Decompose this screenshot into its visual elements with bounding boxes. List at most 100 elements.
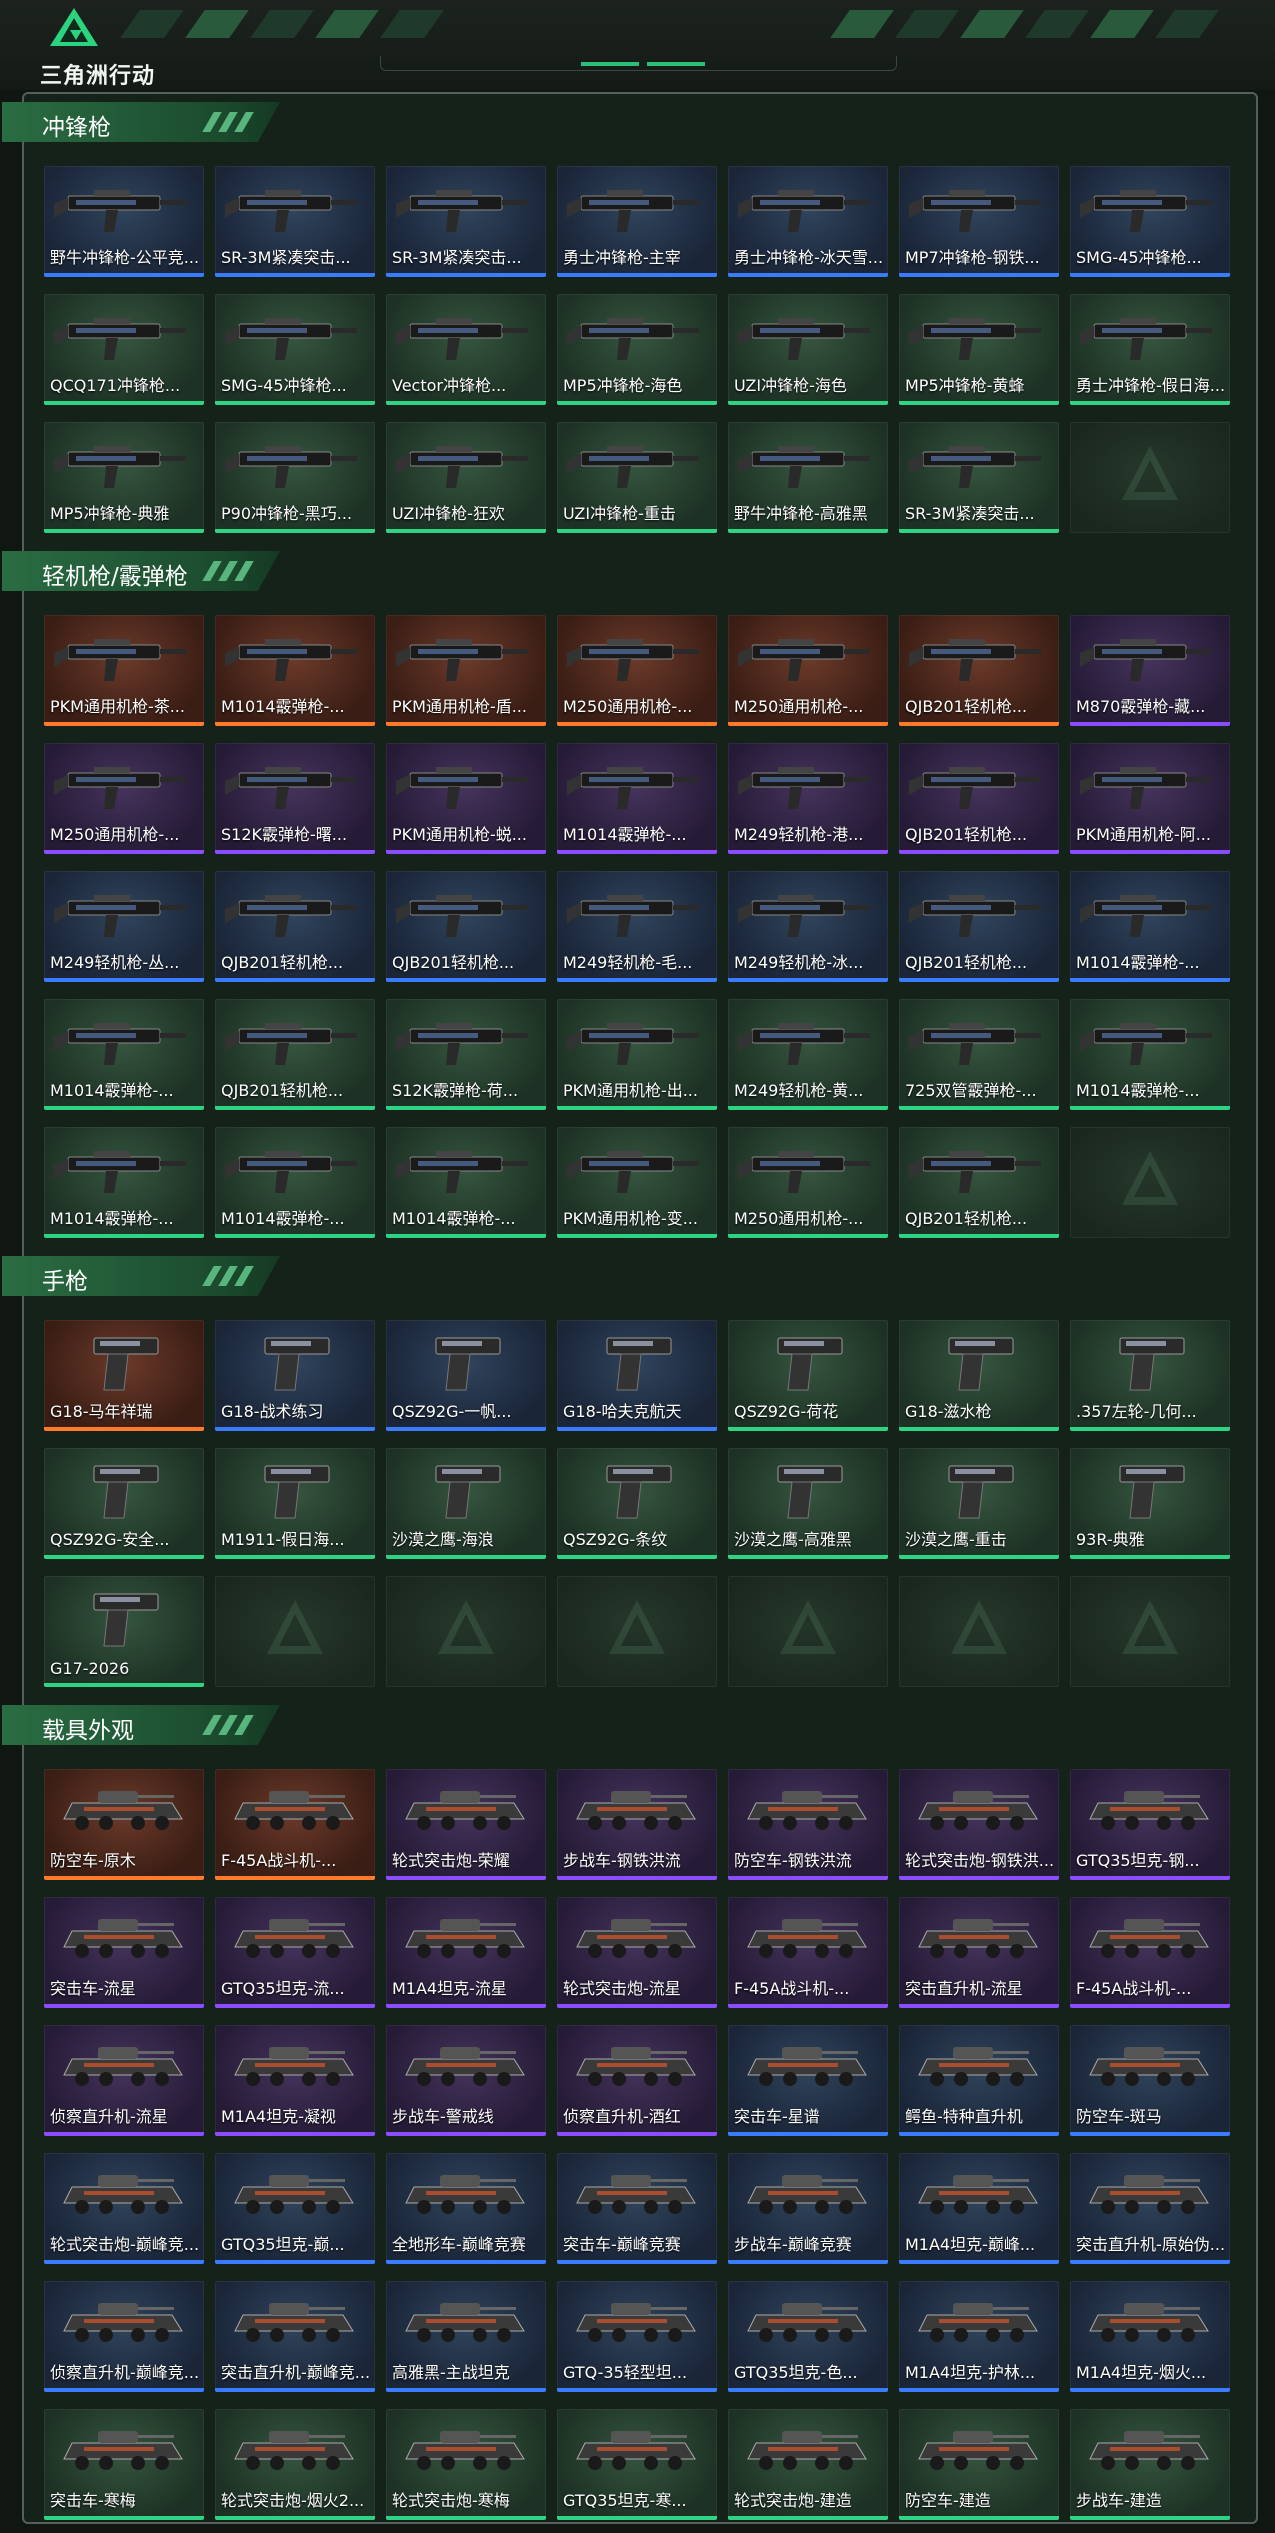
item-tile[interactable]: F-45A战斗机-... [215,1769,375,1880]
item-tile[interactable]: SR-3M紧凑突击... [215,166,375,277]
item-tile[interactable]: 高雅黑-主战坦克 [386,2281,546,2392]
item-tile[interactable]: 突击直升机-巅峰竞... [215,2281,375,2392]
item-tile[interactable]: 全地形车-巅峰竞赛 [386,2153,546,2264]
item-tile[interactable]: 725双管霰弹枪-... [899,999,1059,1110]
item-tile[interactable]: 侦察直升机-巅峰竞... [44,2281,204,2392]
item-tile[interactable]: 野牛冲锋枪-公平竞... [44,166,204,277]
item-tile[interactable]: 勇士冲锋枪-假日海... [1070,294,1230,405]
item-tile[interactable]: 突击直升机-流星 [899,1897,1059,2008]
item-tile[interactable]: PKM通用机枪-蜕... [386,743,546,854]
item-tile[interactable]: 轮式突击炮-巅峰竞... [44,2153,204,2264]
item-tile[interactable]: .357左轮-几何... [1070,1320,1230,1431]
item-tile[interactable]: 突击车-巅峰竞赛 [557,2153,717,2264]
item-tile[interactable]: 轮式突击炮-烟火2... [215,2409,375,2520]
item-tile[interactable]: Vector冲锋枪... [386,294,546,405]
item-tile[interactable]: QJB201轻机枪... [215,871,375,982]
item-tile[interactable]: 鳄鱼-特种直升机 [899,2025,1059,2136]
item-tile[interactable]: 侦察直升机-流星 [44,2025,204,2136]
item-tile[interactable]: M250通用机枪-... [44,743,204,854]
item-tile[interactable]: 步战车-警戒线 [386,2025,546,2136]
item-tile[interactable]: 突击直升机-原始伪... [1070,2153,1230,2264]
item-tile[interactable]: SR-3M紧凑突击... [899,422,1059,533]
item-tile[interactable]: M1014霰弹枪-... [44,1127,204,1238]
item-tile[interactable]: M870霰弹枪-藏... [1070,615,1230,726]
item-tile[interactable]: M1A4坦克-凝视 [215,2025,375,2136]
item-tile[interactable]: GTQ35坦克-色... [728,2281,888,2392]
item-tile[interactable]: QJB201轻机枪... [899,743,1059,854]
item-tile[interactable]: 突击车-流星 [44,1897,204,2008]
item-tile[interactable]: F-45A战斗机-... [1070,1897,1230,2008]
item-tile[interactable]: GTQ35坦克-寒... [557,2409,717,2520]
item-tile[interactable]: MP5冲锋枪-黄蜂 [899,294,1059,405]
item-tile[interactable]: M1A4坦克-烟火... [1070,2281,1230,2392]
item-tile[interactable]: 93R-典雅 [1070,1448,1230,1559]
item-tile[interactable]: 突击车-寒梅 [44,2409,204,2520]
item-tile[interactable]: 沙漠之鹰-高雅黑 [728,1448,888,1559]
item-tile[interactable]: M249轻机枪-黄... [728,999,888,1110]
item-tile[interactable]: M1014霰弹枪-... [1070,999,1230,1110]
item-tile[interactable]: M1A4坦克-流星 [386,1897,546,2008]
item-tile[interactable]: M1014霰弹枪-... [215,615,375,726]
item-tile[interactable]: PKM通用机枪-盾... [386,615,546,726]
item-tile[interactable]: M1014霰弹枪-... [557,743,717,854]
item-tile[interactable]: QJB201轻机枪... [899,1127,1059,1238]
item-tile[interactable]: 勇士冲锋枪-冰天雪... [728,166,888,277]
item-tile[interactable]: 轮式突击炮-荣耀 [386,1769,546,1880]
item-tile[interactable]: UZI冲锋枪-狂欢 [386,422,546,533]
item-tile[interactable]: G17-2026 [44,1576,204,1687]
item-tile[interactable]: 轮式突击炮-寒梅 [386,2409,546,2520]
item-tile[interactable]: P90冲锋枪-黑巧... [215,422,375,533]
item-tile[interactable]: G18-马年祥瑞 [44,1320,204,1431]
item-tile[interactable]: M1014霰弹枪-... [44,999,204,1110]
item-tile[interactable]: SMG-45冲锋枪... [1070,166,1230,277]
item-tile[interactable]: F-45A战斗机-... [728,1897,888,2008]
item-tile[interactable]: 侦察直升机-酒红 [557,2025,717,2136]
item-tile[interactable]: MP5冲锋枪-海色 [557,294,717,405]
item-tile[interactable]: S12K霰弹枪-荷... [386,999,546,1110]
item-tile[interactable]: QJB201轻机枪... [386,871,546,982]
item-tile[interactable]: SMG-45冲锋枪... [215,294,375,405]
item-tile[interactable]: 野牛冲锋枪-高雅黑 [728,422,888,533]
item-tile[interactable]: G18-滋水枪 [899,1320,1059,1431]
item-tile[interactable]: G18-哈夫克航天 [557,1320,717,1431]
item-tile[interactable]: M250通用机枪-... [728,1127,888,1238]
item-tile[interactable]: M1A4坦克-巅峰... [899,2153,1059,2264]
item-tile[interactable]: 轮式突击炮-建造 [728,2409,888,2520]
item-tile[interactable]: 步战车-钢铁洪流 [557,1769,717,1880]
item-tile[interactable]: 防空车-原木 [44,1769,204,1880]
item-tile[interactable]: 轮式突击炮-钢铁洪... [899,1769,1059,1880]
item-tile[interactable]: M1014霰弹枪-... [215,1127,375,1238]
item-tile[interactable]: G18-战术练习 [215,1320,375,1431]
item-tile[interactable]: MP7冲锋枪-钢铁... [899,166,1059,277]
item-tile[interactable]: 防空车-斑马 [1070,2025,1230,2136]
item-tile[interactable]: QSZ92G-荷花 [728,1320,888,1431]
item-tile[interactable]: PKM通用机枪-出... [557,999,717,1110]
item-tile[interactable]: 步战车-巅峰竞赛 [728,2153,888,2264]
item-tile[interactable]: PKM通用机枪-茶... [44,615,204,726]
item-tile[interactable]: 轮式突击炮-流星 [557,1897,717,2008]
item-tile[interactable]: 防空车-建造 [899,2409,1059,2520]
item-tile[interactable]: QJB201轻机枪... [899,871,1059,982]
item-tile[interactable]: QSZ92G-安全... [44,1448,204,1559]
item-tile[interactable]: 突击车-星谱 [728,2025,888,2136]
item-tile[interactable]: GTQ35坦克-钢... [1070,1769,1230,1880]
item-tile[interactable]: M1014霰弹枪-... [1070,871,1230,982]
item-tile[interactable]: M249轻机枪-冰... [728,871,888,982]
item-tile[interactable]: M250通用机枪-... [557,615,717,726]
item-tile[interactable]: S12K霰弹枪-曙... [215,743,375,854]
item-tile[interactable]: UZI冲锋枪-重击 [557,422,717,533]
item-tile[interactable]: GTQ-35轻型坦... [557,2281,717,2392]
item-tile[interactable]: M1A4坦克-护林... [899,2281,1059,2392]
item-tile[interactable]: QSZ92G-一帆... [386,1320,546,1431]
item-tile[interactable]: GTQ35坦克-巅... [215,2153,375,2264]
item-tile[interactable]: M1014霰弹枪-... [386,1127,546,1238]
item-tile[interactable]: 防空车-钢铁洪流 [728,1769,888,1880]
item-tile[interactable]: 步战车-建造 [1070,2409,1230,2520]
item-tile[interactable]: GTQ35坦克-流... [215,1897,375,2008]
item-tile[interactable]: M1911-假日海... [215,1448,375,1559]
item-tile[interactable]: PKM通用机枪-变... [557,1127,717,1238]
item-tile[interactable]: M249轻机枪-港... [728,743,888,854]
item-tile[interactable]: PKM通用机枪-阿... [1070,743,1230,854]
item-tile[interactable]: SR-3M紧凑突击... [386,166,546,277]
item-tile[interactable]: QJB201轻机枪... [899,615,1059,726]
